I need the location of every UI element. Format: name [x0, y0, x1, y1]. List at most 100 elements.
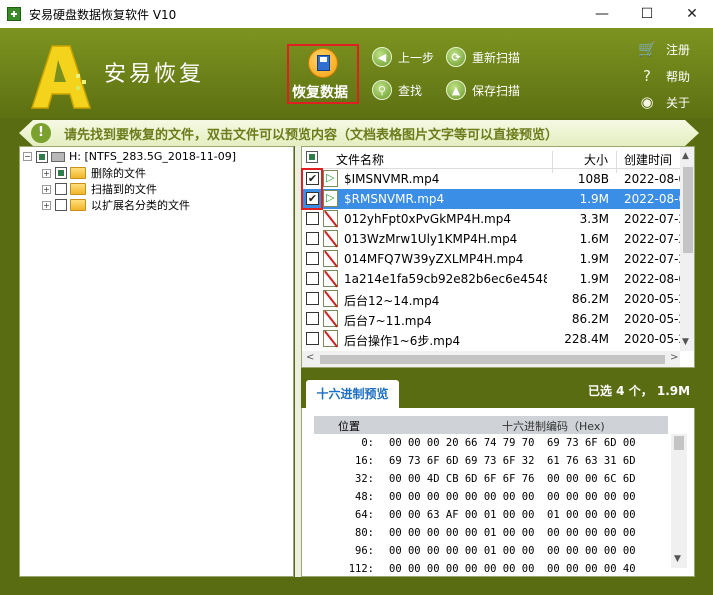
save-scan-button[interactable]: ▲ 保存扫描 [446, 80, 520, 100]
scroll-down-icon[interactable]: ▼ [682, 337, 689, 347]
table-row[interactable]: ✔$IMSNVMR.mp4108B2022-08-0 [302, 169, 686, 189]
tree-item-scanned[interactable]: + 扫描到的文件 [42, 181, 157, 197]
register-label: 注册 [666, 42, 691, 57]
collapse-toggle[interactable]: − [23, 152, 32, 161]
hex-vscroll[interactable]: ▼ [671, 434, 687, 568]
hex-row: 48: 00 00 00 00 00 00 00 00 00 00 00 00 0… [314, 488, 668, 506]
file-list-vscroll[interactable]: ▲ ▼ [680, 147, 694, 351]
hex-row: 96: 00 00 00 00 00 01 00 00 00 00 00 00 0… [314, 542, 668, 560]
tree-root-checkbox[interactable] [36, 150, 48, 163]
find-button[interactable]: ⚲ 查找 [372, 80, 422, 100]
hex-bytes: 69 73 6F 6D 69 73 6F 32 61 76 63 31 6D [389, 455, 636, 467]
hscroll-thumb[interactable] [320, 355, 665, 364]
column-date[interactable]: 创建时间 [624, 151, 672, 168]
damaged-file-icon [323, 250, 338, 267]
table-row[interactable]: 012yhFpt0xPvGkMP4H.mp4 3.3M 2022-07-2 [302, 209, 686, 229]
app-icon [7, 7, 21, 21]
help-button[interactable]: ? 帮助 [638, 67, 690, 85]
rescan-button[interactable]: ⟳ 重新扫描 [446, 47, 520, 67]
arrow-left-icon: ◀ [372, 47, 392, 67]
table-row[interactable]: ✔$RMSNVMR.mp41.9M2022-08-0 [302, 189, 686, 209]
file-date: 2022-08-0 [624, 172, 687, 186]
row-checkbox[interactable] [306, 272, 319, 285]
hex-offset: 80: [355, 527, 374, 539]
file-date: 2020-05-2 [624, 292, 687, 306]
scroll-left-icon[interactable]: < [306, 352, 314, 363]
exclamation-icon: ! [31, 123, 51, 143]
file-size: 1.9M [579, 192, 609, 206]
file-name: $RMSNVMR.mp4 [344, 192, 445, 206]
save-disk-icon [308, 48, 338, 78]
row-checkbox[interactable] [306, 332, 319, 345]
row-checkbox[interactable] [306, 252, 319, 265]
column-name[interactable]: 文件名称 [336, 151, 384, 168]
hex-col-encoding: 十六进制编码（Hex) [502, 420, 605, 433]
table-row[interactable]: 014MFQ7W39yZXLMP4H.mp4 1.9M 2022-07-2 [302, 249, 686, 269]
folder-icon [70, 199, 86, 211]
tree-item-checkbox[interactable] [55, 183, 67, 195]
select-all-checkbox[interactable] [306, 151, 318, 163]
prev-step-button[interactable]: ◀ 上一步 [372, 47, 434, 67]
table-row[interactable]: 013WzMrw1Uly1KMP4H.mp4 1.6M 2022-07-2 [302, 229, 686, 249]
row-checkbox[interactable] [306, 232, 319, 245]
expand-toggle[interactable]: + [42, 168, 51, 178]
file-date: 2022-08-0 [624, 272, 687, 286]
hex-bytes: 00 00 00 00 00 00 00 00 00 00 00 00 00 [389, 491, 636, 503]
file-list: 文件名称 大小 创建时间 ✔$IMSNVMR.mp4108B2022-08-0✔… [301, 146, 695, 368]
hex-scroll-thumb[interactable] [674, 436, 684, 450]
video-file-icon [323, 190, 338, 207]
scroll-thumb[interactable] [683, 167, 693, 253]
tree-item-by-extension[interactable]: + 以扩展名分类的文件 [42, 197, 190, 213]
tree-root[interactable]: − H: [NTFS_283.5G_2018-11-09] [23, 150, 236, 163]
file-size: 228.4M [564, 332, 609, 346]
hex-bytes: 00 00 00 00 00 00 00 00 00 00 00 00 40 [389, 563, 636, 575]
register-button[interactable]: 🛒 注册 [638, 40, 690, 58]
help-label: 帮助 [666, 69, 691, 84]
tab-hex-preview[interactable]: 十六进制预览 [306, 380, 399, 408]
video-file-icon [323, 170, 338, 187]
logo-text: 安易恢复 [104, 62, 205, 87]
hex-offset: 16: [355, 455, 374, 467]
column-size[interactable]: 大小 [584, 151, 608, 168]
hex-row: 64: 00 00 63 AF 00 01 00 00 01 00 00 00 0… [314, 506, 668, 524]
table-row[interactable]: 后台操作1~6步.mp4 228.4M 2020-05-2 [302, 329, 686, 349]
table-row[interactable]: 后台12~14.mp4 86.2M 2020-05-2 [302, 289, 686, 309]
tree-item-deleted[interactable]: + 删除的文件 [42, 165, 146, 181]
row-checkbox[interactable] [306, 312, 319, 325]
hex-bytes: 00 00 00 00 00 01 00 00 00 00 00 00 00 [389, 545, 636, 557]
file-size: 1.9M [579, 252, 609, 266]
file-date: 2022-07-2 [624, 232, 687, 246]
close-button[interactable]: ✕ [669, 0, 713, 28]
row-checkbox[interactable] [306, 212, 319, 225]
expand-toggle[interactable]: + [42, 200, 51, 210]
tree-item-checkbox[interactable] [55, 199, 67, 211]
refresh-icon: ⟳ [446, 47, 466, 67]
hex-offset: 64: [355, 509, 374, 521]
recover-data-label: 恢复数据 [292, 85, 348, 101]
hex-offset: 112: [348, 563, 374, 575]
file-date: 2020-05-2 [624, 312, 687, 326]
hex-bytes: 00 00 4D CB 6D 6F 6F 76 00 00 00 6C 6D [389, 473, 636, 485]
folder-icon [70, 167, 86, 179]
hex-row: 80: 00 00 00 00 00 01 00 00 00 00 00 00 0… [314, 524, 668, 542]
about-button[interactable]: ◉ 关于 [638, 93, 690, 111]
file-size: 3.3M [579, 212, 609, 226]
table-row[interactable]: 后台7~11.mp4 86.2M 2020-05-2 [302, 309, 686, 329]
tree-item-checkbox[interactable] [55, 167, 67, 179]
row-checkbox[interactable] [306, 292, 319, 305]
file-name: $IMSNVMR.mp4 [344, 172, 440, 186]
scroll-right-icon[interactable]: > [670, 352, 678, 363]
table-row[interactable]: 1a214e1fa59cb92e82b6ec6e454882 1.9M 2022-0… [302, 269, 686, 289]
tree-item-label: 扫描到的文件 [91, 183, 157, 196]
file-size: 1.6M [579, 232, 609, 246]
scroll-up-icon[interactable]: ▲ [682, 151, 689, 161]
minimize-button[interactable]: — [579, 0, 625, 28]
file-list-hscroll[interactable]: < > [302, 351, 680, 367]
upload-icon: ▲ [446, 80, 466, 100]
damaged-file-icon [323, 210, 338, 227]
maximize-button[interactable]: ☐ [624, 0, 670, 28]
expand-toggle[interactable]: + [42, 184, 51, 194]
scroll-down-icon[interactable]: ▼ [674, 554, 681, 564]
file-date: 2020-05-2 [624, 332, 687, 346]
logo-a-icon [30, 45, 92, 109]
